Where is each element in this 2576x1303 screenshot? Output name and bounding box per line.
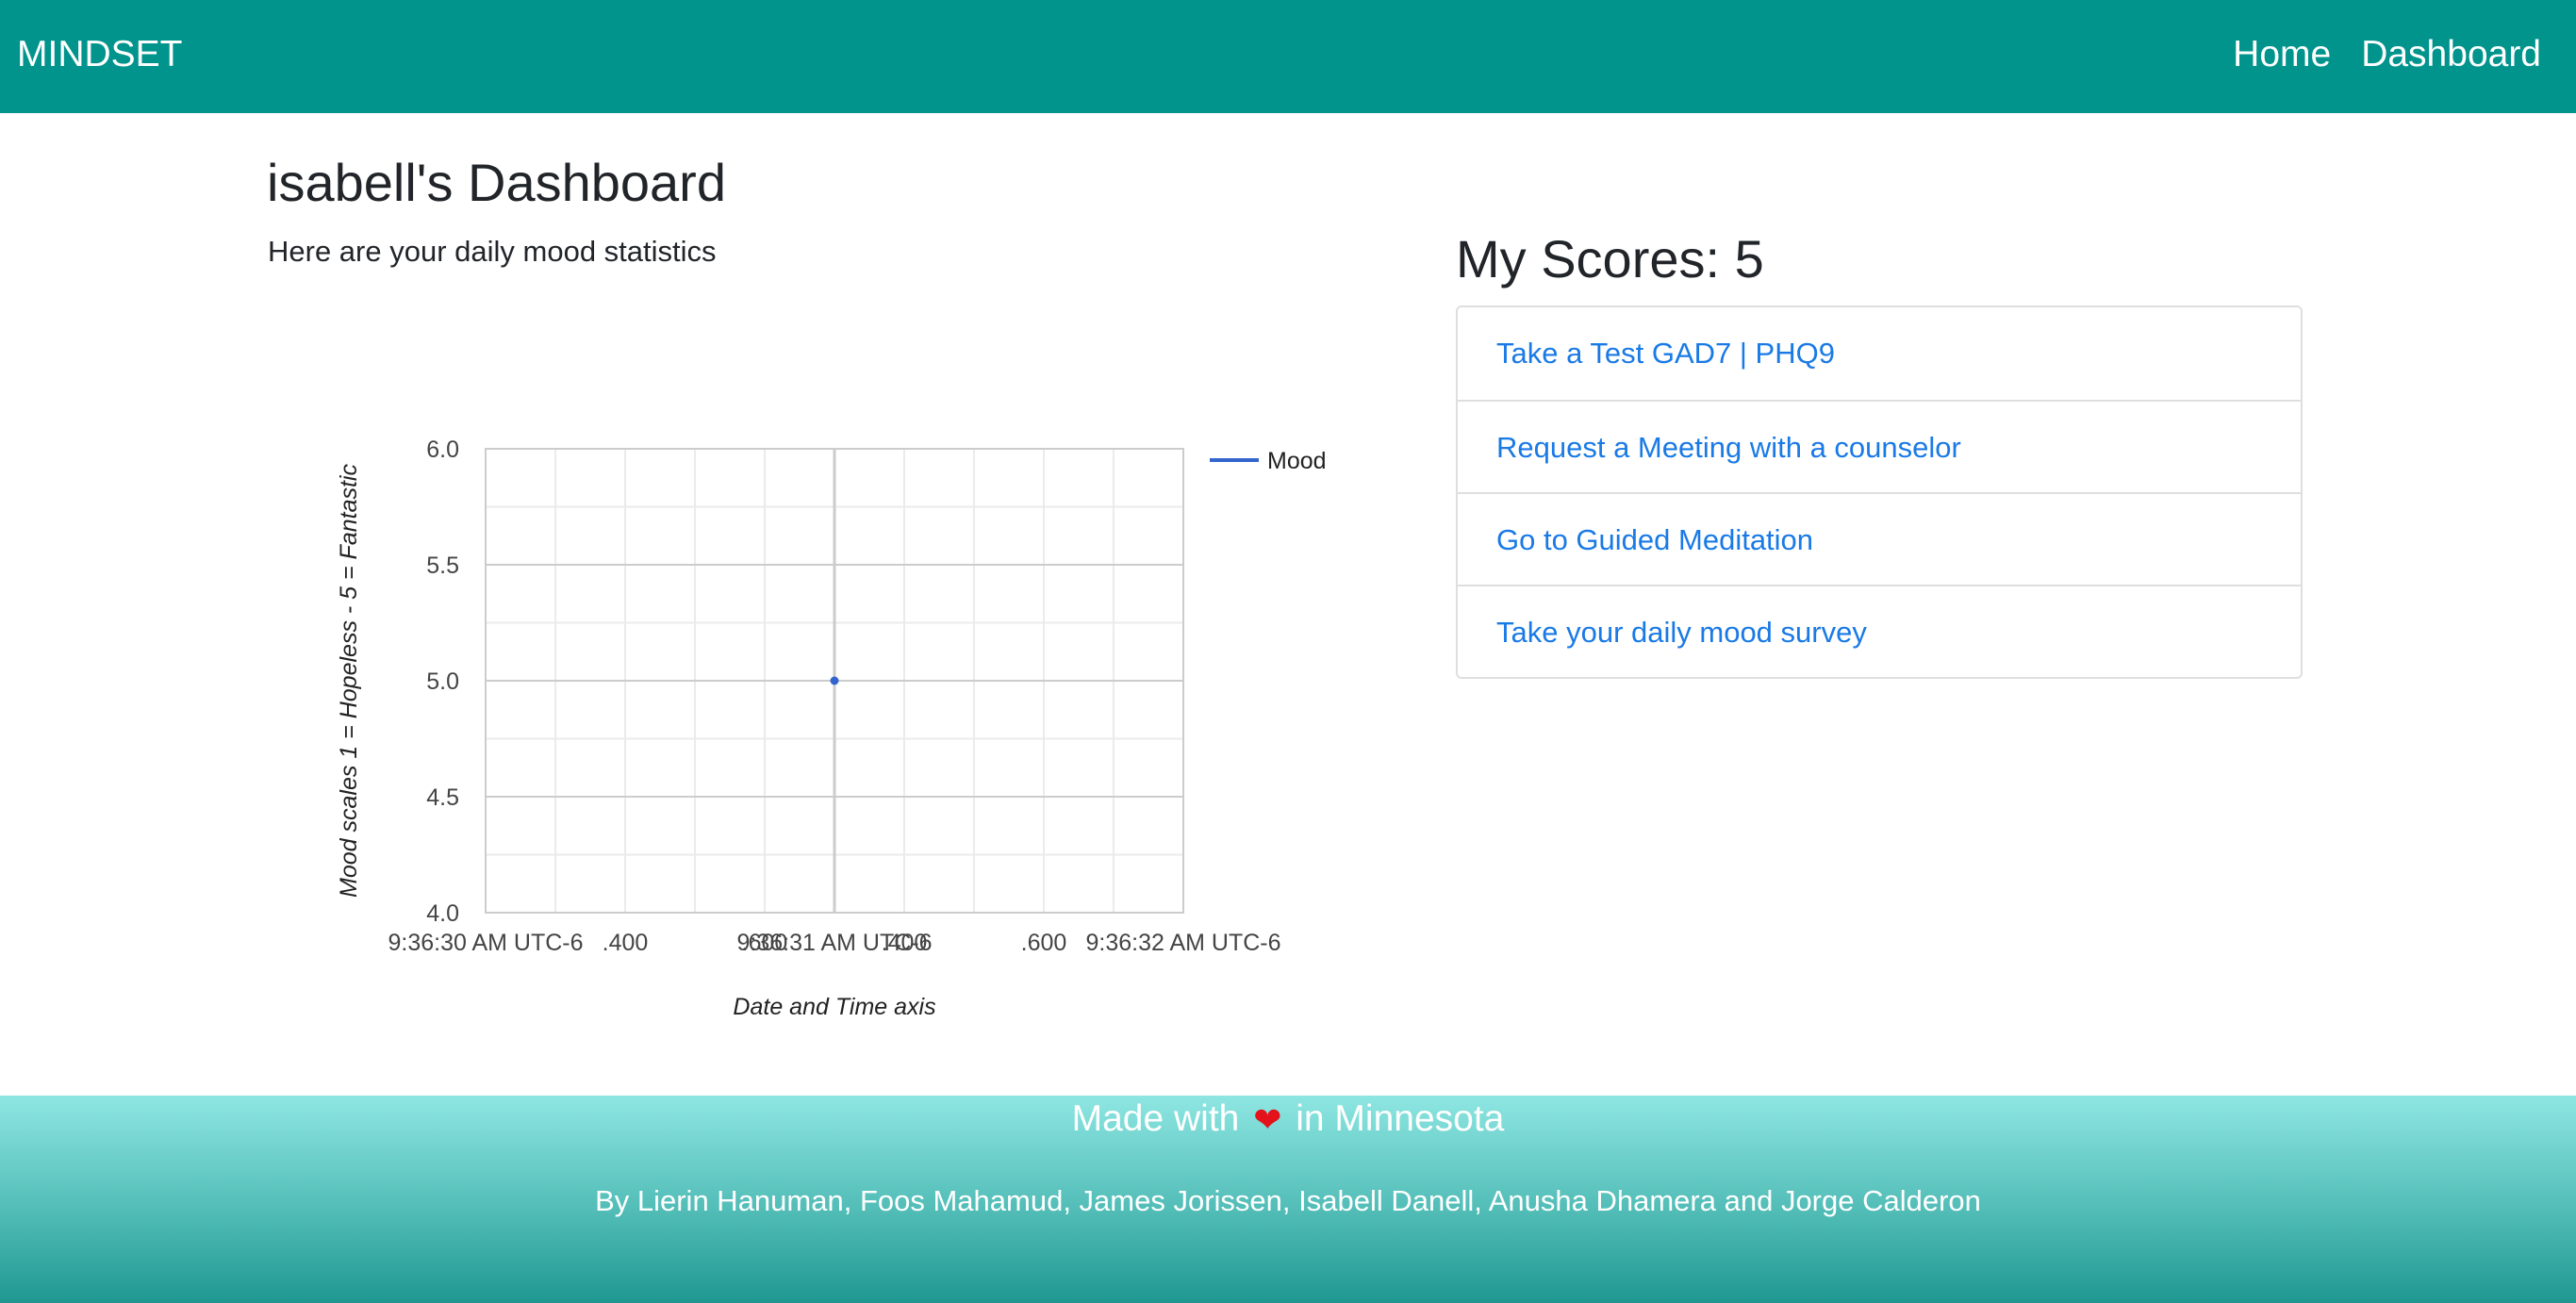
take-test-link[interactable]: Take a Test GAD7 | PHQ9 [1458,307,2301,400]
y-axis-title: Mood scales 1 = Hopeless - 5 = Fantastic [336,464,362,898]
nav-home-link[interactable]: Home [2233,33,2331,76]
daily-mood-survey-link[interactable]: Take your daily mood survey [1458,585,2301,677]
brand-link[interactable]: MINDSET [17,33,183,76]
page-subtitle: Here are your daily mood statistics [268,235,717,268]
mood-chart-svg: 6.0 5.5 5.0 4.5 4.0 9:36:30 AM UTC-6 .400 .600 9… [336,437,1327,1020]
footer: Made with ❤ in Minnesota By Lierin Hanum… [0,1096,2576,1303]
request-meeting-link[interactable]: Request a Meeting with a counselor [1458,400,2301,492]
scores-action-list: Take a Test GAD7 | PHQ9 Request a Meetin… [1456,305,2303,679]
y-tick-label: 5.0 [426,668,459,695]
scores-title: My Scores: 5 [1456,229,1764,289]
data-point [830,676,839,685]
mood-chart: 6.0 5.5 5.0 4.5 4.0 9:36:30 AM UTC-6 .400 .600 9… [321,415,1358,1037]
y-tick-label: 5.5 [426,553,459,579]
navbar: MINDSET Home Dashboard [0,0,2576,113]
footer-made-with: Made with ❤ in Minnesota [0,1096,2576,1143]
x-tick-label: .400 [882,930,928,956]
page-title: isabell's Dashboard [267,153,726,212]
footer-made-prefix: Made with [1071,1098,1240,1139]
y-tick-label: 4.0 [426,900,459,927]
y-tick-label: 6.0 [426,437,459,463]
x-tick-label: 9:36:32 AM UTC-6 [1085,930,1280,956]
x-axis-title: Date and Time axis [733,994,935,1020]
legend-label-mood: Mood [1267,448,1327,474]
nav-dashboard-link[interactable]: Dashboard [2361,33,2541,76]
nav-links: Home Dashboard [2233,33,2541,76]
footer-credits: By Lierin Hanuman, Foos Mahamud, James J… [595,1184,1981,1217]
x-tick-label: .600 [1021,930,1067,956]
x-tick-label: 9:36:30 AM UTC-6 [388,930,583,956]
heart-icon: ❤ [1253,1100,1282,1139]
footer-made-suffix: in Minnesota [1296,1098,1505,1139]
guided-meditation-link[interactable]: Go to Guided Meditation [1458,492,2301,585]
y-tick-label: 4.5 [426,784,459,811]
x-tick-label: .400 [603,930,649,956]
